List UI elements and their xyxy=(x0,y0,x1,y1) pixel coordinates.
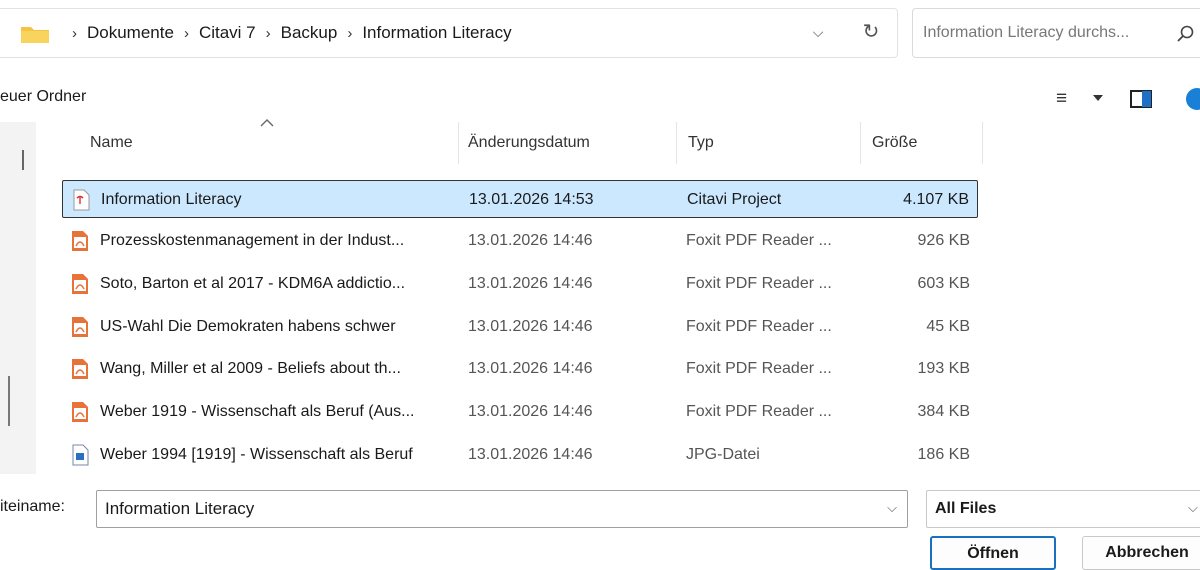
file-type: Citavi Project xyxy=(687,191,782,208)
citavi-project-icon xyxy=(73,189,90,211)
file-size: 45 KB xyxy=(926,318,970,335)
file-date: 13.01.2026 14:46 xyxy=(468,318,593,335)
preview-pane-icon[interactable] xyxy=(1130,90,1152,108)
file-name: Wang, Miller et al 2009 - Beliefs about … xyxy=(100,360,401,377)
column-header-size[interactable]: Größe xyxy=(872,122,917,164)
view-dropdown-icon[interactable] xyxy=(1092,94,1104,102)
file-date: 13.01.2026 14:53 xyxy=(469,191,594,208)
pdf-icon xyxy=(72,317,88,337)
file-type: Foxit PDF Reader ... xyxy=(686,275,832,292)
view-options-icon[interactable]: ≡ xyxy=(1056,88,1067,110)
cancel-button[interactable]: Abbrechen xyxy=(1082,536,1200,570)
breadcrumb-item-backup[interactable]: Backup xyxy=(281,23,338,43)
file-size: 193 KB xyxy=(917,360,970,377)
pdf-icon xyxy=(72,231,88,251)
column-divider[interactable] xyxy=(458,122,459,164)
folder-icon xyxy=(21,27,49,43)
pdf-icon xyxy=(72,359,88,379)
sort-ascending-icon xyxy=(260,119,274,127)
file-type-filter-select[interactable]: All Files xyxy=(926,490,1200,528)
file-name: US-Wahl Die Demokraten habens schwer xyxy=(100,318,396,335)
breadcrumb-item-dokumente[interactable]: Dokumente xyxy=(87,23,174,43)
column-header-name[interactable]: Name xyxy=(90,122,133,164)
file-size: 186 KB xyxy=(917,446,970,463)
file-row[interactable]: Prozesskostenmanagement in der Indust...… xyxy=(62,222,978,260)
file-size: 603 KB xyxy=(917,275,970,292)
file-type: Foxit PDF Reader ... xyxy=(686,318,832,335)
file-date: 13.01.2026 14:46 xyxy=(468,403,593,420)
filename-input[interactable]: Information Literacy xyxy=(96,490,908,528)
breadcrumb-separator[interactable]: › xyxy=(184,25,189,42)
breadcrumb: › Dokumente › Citavi 7 › Backup › Inform… xyxy=(62,8,512,58)
file-name: Weber 1919 - Wissenschaft als Beruf (Aus… xyxy=(100,403,415,420)
file-type: Foxit PDF Reader ... xyxy=(686,232,832,249)
search-icon[interactable] xyxy=(1176,24,1196,44)
filename-dropdown-chevron-icon[interactable]: ⌵ xyxy=(884,498,900,518)
file-type: JPG-Datei xyxy=(686,446,760,463)
pdf-icon xyxy=(72,402,88,422)
file-name: Prozesskostenmanagement in der Indust... xyxy=(100,232,405,249)
column-divider[interactable] xyxy=(860,122,861,164)
breadcrumb-item-information-literacy[interactable]: Information Literacy xyxy=(362,23,511,43)
column-divider[interactable] xyxy=(676,122,677,164)
filter-dropdown-chevron-icon[interactable]: ⌵ xyxy=(1188,498,1200,518)
file-row[interactable]: US-Wahl Die Demokraten habens schwer 13.… xyxy=(62,308,978,346)
new-folder-button[interactable]: euer Ordner xyxy=(0,88,86,106)
refresh-icon[interactable]: ↻ xyxy=(858,18,884,46)
column-divider[interactable] xyxy=(982,122,983,164)
file-size: 384 KB xyxy=(917,403,970,420)
file-name: Information Literacy xyxy=(101,191,242,208)
breadcrumb-separator: › xyxy=(72,24,77,42)
breadcrumb-separator[interactable]: › xyxy=(266,25,271,42)
navigation-pane[interactable] xyxy=(0,122,36,474)
help-icon[interactable] xyxy=(1186,88,1200,110)
open-button[interactable]: Öffnen xyxy=(930,536,1056,570)
file-row[interactable]: Information Literacy 13.01.2026 14:53 Ci… xyxy=(62,180,978,218)
file-date: 13.01.2026 14:46 xyxy=(468,232,593,249)
search-input[interactable]: Information Literacy durchs... xyxy=(912,8,1200,58)
file-date: 13.01.2026 14:46 xyxy=(468,275,593,292)
column-header-date[interactable]: Änderungsdatum xyxy=(468,122,590,164)
file-date: 13.01.2026 14:46 xyxy=(468,360,593,377)
file-name: Soto, Barton et al 2017 - KDM6A addictio… xyxy=(100,275,406,292)
file-row[interactable]: Weber 1919 - Wissenschaft als Beruf (Aus… xyxy=(62,393,978,431)
file-row[interactable]: Soto, Barton et al 2017 - KDM6A addictio… xyxy=(62,265,978,303)
jpg-file-icon xyxy=(72,444,89,466)
file-type: Foxit PDF Reader ... xyxy=(686,403,832,420)
file-size: 926 KB xyxy=(917,232,970,249)
file-name: Weber 1994 [1919] - Wissenschaft als Ber… xyxy=(100,446,413,463)
breadcrumb-separator[interactable]: › xyxy=(347,25,352,42)
breadcrumb-item-citavi[interactable]: Citavi 7 xyxy=(199,23,256,43)
filename-label: iteiname: xyxy=(0,498,65,515)
file-row[interactable]: Weber 1994 [1919] - Wissenschaft als Ber… xyxy=(62,436,978,474)
pdf-icon xyxy=(72,274,88,294)
file-type: Foxit PDF Reader ... xyxy=(686,360,832,377)
navigation-pane-splitter[interactable] xyxy=(22,150,24,170)
column-header-type[interactable]: Typ xyxy=(688,122,714,164)
file-row[interactable]: Wang, Miller et al 2009 - Beliefs about … xyxy=(62,350,978,388)
address-history-chevron-icon[interactable]: ⌵ xyxy=(808,20,828,44)
file-date: 13.01.2026 14:46 xyxy=(468,446,593,463)
file-size: 4.107 KB xyxy=(903,191,969,208)
navigation-pane-scrollbar[interactable] xyxy=(8,376,10,426)
